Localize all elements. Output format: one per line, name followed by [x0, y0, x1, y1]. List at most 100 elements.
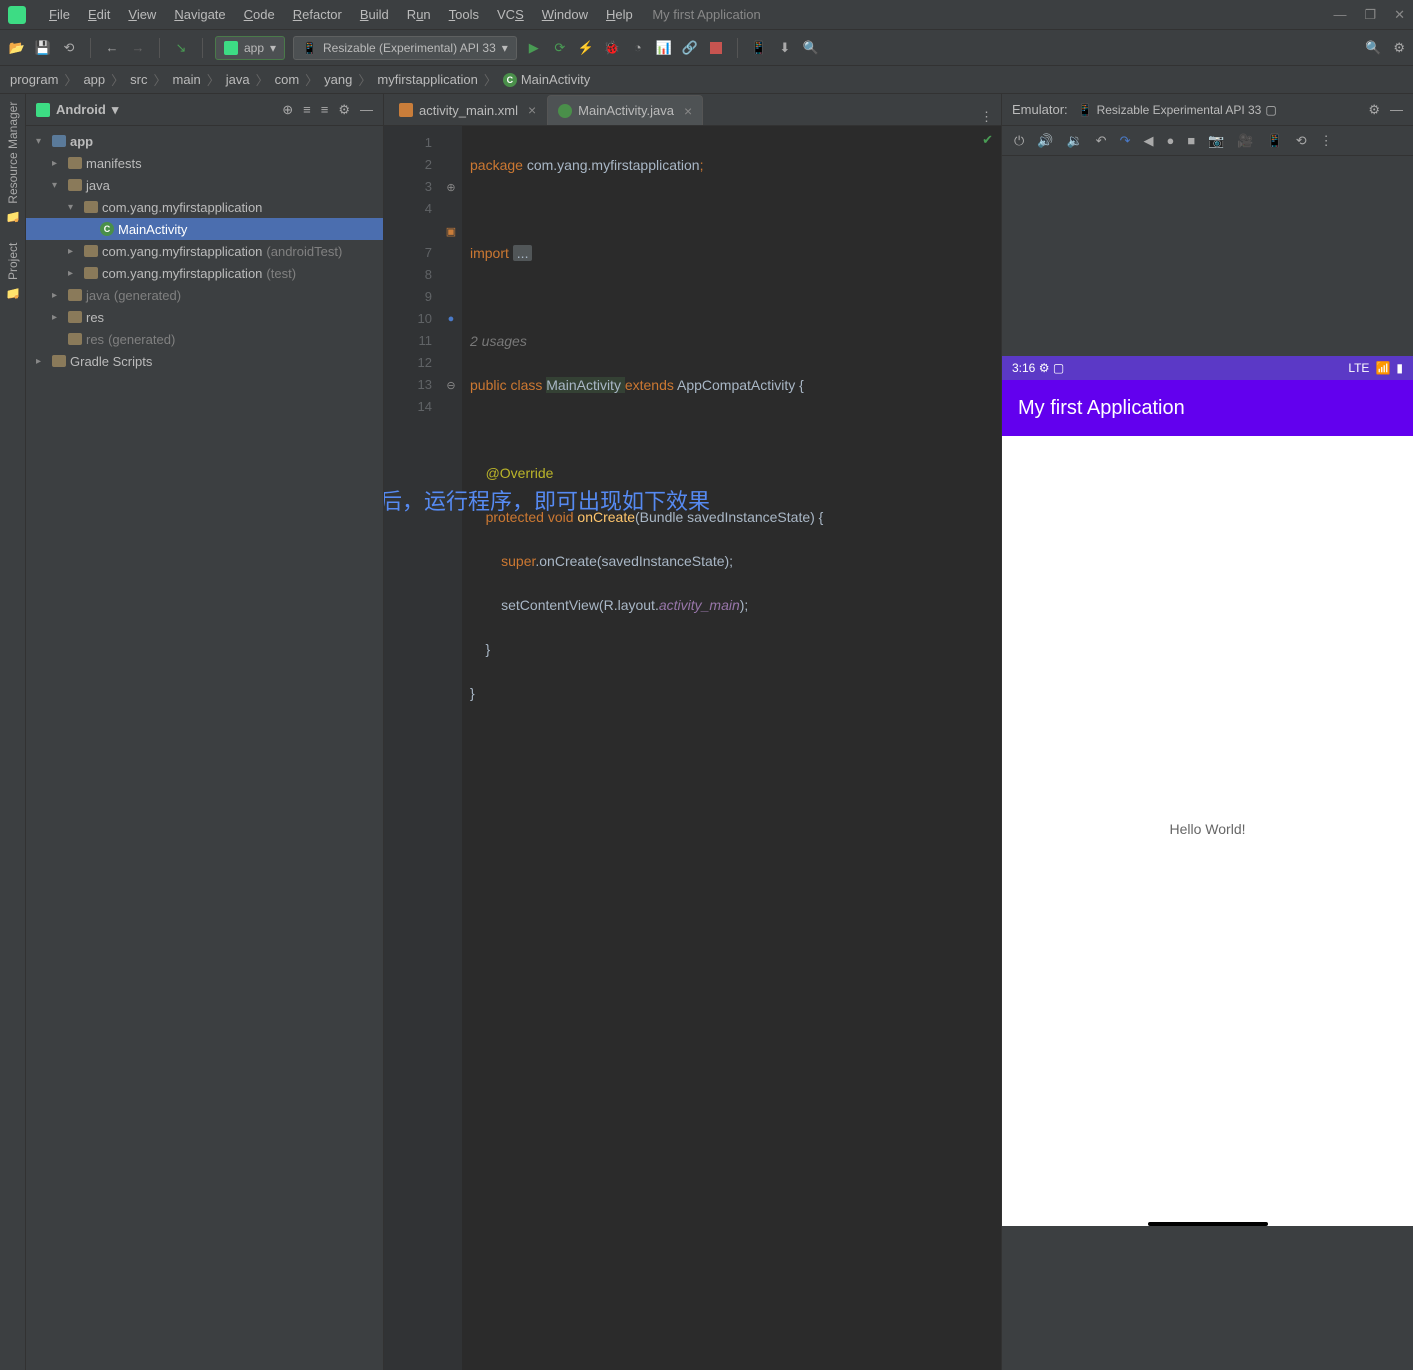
view-mode[interactable]: Android	[56, 102, 106, 117]
close-tab-icon[interactable]: ×	[528, 102, 536, 118]
power-icon[interactable]: ⏻	[1014, 133, 1024, 149]
stop-icon[interactable]	[707, 39, 725, 57]
run-icon[interactable]: ▶	[525, 39, 543, 57]
target-icon[interactable]: ⊕	[282, 102, 293, 118]
attach-icon[interactable]: 🔗	[681, 39, 699, 57]
home-icon[interactable]: ●	[1166, 133, 1174, 148]
device-combo[interactable]: 📱 Resizable (Experimental) API 33 ▾	[293, 36, 517, 60]
tree-node[interactable]: ▸ manifests	[26, 152, 383, 174]
menu-view[interactable]: View	[119, 7, 165, 22]
menu-file[interactable]: File	[40, 7, 79, 22]
tree-node[interactable]: ▾ app	[26, 130, 383, 152]
crumb[interactable]: app	[83, 72, 105, 87]
crumb[interactable]: com	[275, 72, 300, 87]
save-icon[interactable]: 💾	[34, 39, 52, 57]
crumb[interactable]: myfirstapplication	[377, 72, 477, 87]
menu-code[interactable]: Code	[235, 7, 284, 22]
inspection-ok-icon[interactable]: ✔	[982, 132, 993, 148]
menu-navigate[interactable]: Navigate	[165, 7, 234, 22]
tree-node[interactable]: ▸ java (generated)	[26, 284, 383, 306]
maximize-icon[interactable]: ❐	[1364, 7, 1376, 23]
battery-icon: ▮	[1396, 361, 1403, 375]
expand-icon[interactable]: ≡	[303, 102, 311, 118]
tab-mainactivity[interactable]: MainActivity.java ×	[547, 95, 703, 125]
crumb[interactable]: program	[10, 72, 58, 87]
emulator-pane: Emulator: 📱 Resizable Experimental API 3…	[1001, 94, 1413, 1370]
screenshot-icon[interactable]: 📷	[1208, 133, 1224, 149]
sdk-icon[interactable]: ⬇	[776, 39, 794, 57]
resource-manager-tab[interactable]: 📁Resource Manager	[6, 102, 20, 223]
overview-icon[interactable]: ■	[1187, 133, 1195, 148]
emulator-screen[interactable]: 3:16 ⚙ ▢ LTE📶▮ My first Application Hell…	[1002, 356, 1413, 1226]
close-icon[interactable]: ✕	[1394, 7, 1405, 23]
emulator-toolbar: ⏻ 🔊 🔉 ↶ ↷ ◀ ● ■ 📷 🎥 📱 ⟲ ⋮	[1002, 126, 1413, 156]
layout-inspector-icon[interactable]: 🔍	[802, 39, 820, 57]
chevron-down-icon[interactable]: ▾	[112, 102, 119, 118]
menu-window[interactable]: Window	[533, 7, 597, 22]
menu-vcs[interactable]: VCS	[488, 7, 533, 22]
collapse-icon[interactable]: ≡	[321, 102, 329, 118]
profile-icon[interactable]: 📊	[655, 39, 673, 57]
crumb[interactable]: src	[130, 72, 147, 87]
menu-build[interactable]: Build	[351, 7, 398, 22]
tree-node[interactable]: ▸ com.yang.myfirstapplication (androidTe…	[26, 240, 383, 262]
device-icon: 📱	[302, 41, 317, 55]
record-icon[interactable]: 🎥	[1237, 133, 1253, 149]
code-editor[interactable]: 1 2 3 4 7 8 9 10 11 12 13 14 ⊕ ▣ ● ⊖	[384, 126, 1001, 1370]
emulator-device-combo[interactable]: 📱 Resizable Experimental API 33 ▢	[1078, 103, 1277, 117]
tabs-more-icon[interactable]: ⋮	[980, 109, 993, 125]
debug-icon[interactable]: 🐞	[603, 39, 621, 57]
tree-node[interactable]: res (generated)	[26, 328, 383, 350]
tree-node[interactable]: ▸ Gradle Scripts	[26, 350, 383, 372]
project-sidebar: Android ▾ ⊕ ≡ ≡ ⚙ — ▾ app▸ manifests▾ ja…	[26, 94, 384, 1370]
app-logo-icon	[8, 6, 26, 24]
gear-icon[interactable]: ⚙	[1368, 102, 1380, 118]
rotate-left-icon[interactable]: ↶	[1096, 133, 1107, 149]
forward-icon[interactable]: →	[129, 39, 147, 57]
close-tab-icon[interactable]: ×	[684, 103, 692, 119]
minimize-icon[interactable]: —	[1333, 7, 1346, 23]
apply-changes-icon[interactable]: ⟳	[551, 39, 569, 57]
crumb[interactable]: main	[173, 72, 201, 87]
more-icon[interactable]: ⋮	[1320, 133, 1333, 149]
tab-activity-main[interactable]: activity_main.xml ×	[388, 95, 547, 125]
back-icon[interactable]: ←	[103, 39, 121, 57]
menu-help[interactable]: Help	[597, 7, 642, 22]
settings-icon[interactable]: ⚙	[1393, 40, 1405, 56]
tree-node[interactable]: C MainActivity	[26, 218, 383, 240]
app-badge-icon: ▢	[1053, 361, 1064, 375]
menu-tools[interactable]: Tools	[440, 7, 488, 22]
volume-up-icon[interactable]: 🔊	[1037, 133, 1053, 149]
tree-node[interactable]: ▸ com.yang.myfirstapplication (test)	[26, 262, 383, 284]
crumb[interactable]: CMainActivity	[503, 72, 590, 87]
gesture-bar	[1002, 1222, 1413, 1226]
hide-icon[interactable]: —	[1390, 102, 1403, 117]
tree-node[interactable]: ▾ java	[26, 174, 383, 196]
coverage-icon[interactable]: ◔	[629, 39, 647, 57]
menu-run[interactable]: Run	[398, 7, 440, 22]
snapshot-icon[interactable]: ⟲	[1296, 133, 1307, 149]
back-icon[interactable]: ◀	[1143, 133, 1153, 149]
crumb[interactable]: yang	[324, 72, 352, 87]
fold-icon[interactable]: 📱	[1267, 133, 1283, 149]
search-icon[interactable]: 🔍	[1365, 40, 1381, 56]
android-icon	[36, 103, 50, 117]
crumb[interactable]: java	[226, 72, 250, 87]
avd-icon[interactable]: 📱	[750, 39, 768, 57]
apply-code-icon[interactable]: ⚡	[577, 39, 595, 57]
project-tab[interactable]: 📁Project	[6, 243, 20, 299]
tree-node[interactable]: ▾ com.yang.myfirstapplication	[26, 196, 383, 218]
open-icon[interactable]: 📂	[8, 39, 26, 57]
editor-area: activity_main.xml × MainActivity.java × …	[384, 94, 1001, 1370]
tree-node[interactable]: ▸ res	[26, 306, 383, 328]
volume-down-icon[interactable]: 🔉	[1066, 133, 1082, 149]
menu-refactor[interactable]: Refactor	[284, 7, 351, 22]
hide-icon[interactable]: —	[360, 102, 373, 118]
rotate-right-icon[interactable]: ↷	[1120, 133, 1131, 149]
make-icon[interactable]: ↘	[172, 39, 190, 57]
run-config-combo[interactable]: app ▾	[215, 36, 285, 60]
menu-edit[interactable]: Edit	[79, 7, 119, 22]
project-tree[interactable]: ▾ app▸ manifests▾ java▾ com.yang.myfirst…	[26, 126, 383, 376]
gear-icon[interactable]: ⚙	[338, 102, 350, 118]
sync-icon[interactable]: ⟲	[60, 39, 78, 57]
